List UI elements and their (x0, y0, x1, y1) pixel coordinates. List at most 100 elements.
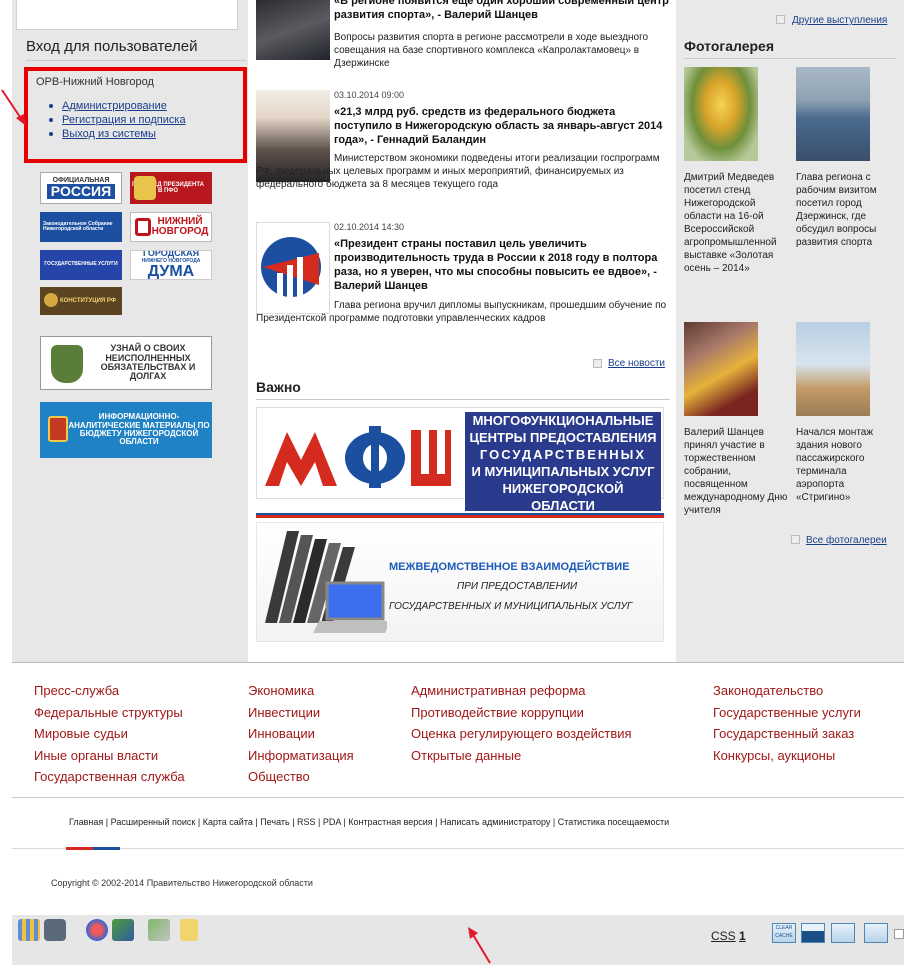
footer-link[interactable]: Федеральные структуры (34, 702, 185, 724)
news-title[interactable]: «Президент страны поставил цель увеличит… (334, 237, 670, 293)
footer-link[interactable]: Иные органы власти (34, 745, 185, 767)
gallery-caption[interactable]: Дмитрий Медведев посетил стенд Нижегород… (684, 171, 788, 275)
gallery-photo[interactable] (796, 67, 870, 161)
gallery-caption[interactable]: Глава региона с рабочим визитом посетил … (796, 171, 896, 249)
mfc-line: И МУНИЦИПАЛЬНЫХ УСЛУГ (465, 463, 661, 480)
more-icon (776, 15, 785, 24)
all-news-link[interactable]: Все новости (608, 358, 665, 369)
mfc-line: ЦЕНТРЫ ПРЕДОСТАВЛЕНИЯ (465, 429, 661, 446)
bottom-nav-link[interactable]: Написать администратору (440, 817, 550, 827)
bottom-nav: Главная | Расширенный поиск | Карта сайт… (69, 817, 670, 827)
footer-link[interactable]: Конкурсы, аукционы (713, 745, 861, 767)
important-heading: Важно (256, 379, 301, 395)
divider (26, 60, 246, 61)
gallery-photo[interactable] (796, 322, 870, 416)
banner-legislative-assembly[interactable]: Законодательное Собрание Нижегородской о… (40, 212, 122, 242)
register-link[interactable]: Регистрация и подписка (62, 114, 186, 126)
login-org-name: ОРВ-Нижний Новгород (36, 76, 154, 88)
banner-interagency[interactable]: МЕЖВЕДОМСТВЕННОЕ ВЗАИМОДЕЙСТВИЕ ПРИ ПРЕД… (256, 522, 664, 642)
more-icon (791, 535, 800, 544)
css-number[interactable]: 1 (739, 929, 746, 943)
emblem-icon (51, 345, 83, 383)
accent-bar (66, 847, 120, 850)
other-speeches-link[interactable]: Другие выступления (792, 15, 887, 26)
login-link-item: Выход из системы (49, 127, 186, 141)
banner-president-envoy[interactable]: ПОЛПРЕД ПРЕЗИДЕНТА В ПФО (130, 172, 212, 204)
user-edit-icon[interactable] (148, 919, 170, 941)
columns-icon[interactable] (831, 923, 855, 943)
layout-icon[interactable] (801, 923, 825, 943)
news-title[interactable]: «В регионе появится еще один хороший сов… (334, 0, 670, 22)
banner-text: ГОСУДАРСТВЕННЫХ И МУНИЦИПАЛЬНЫХ УСЛУГ (389, 601, 633, 612)
login-link-item: Регистрация и подписка (49, 113, 186, 127)
users-icon[interactable] (112, 919, 134, 941)
footer-link[interactable]: Инвестиции (248, 702, 354, 724)
mfc-line: МНОГОФУНКЦИОНАЛЬНЫЕ (465, 412, 661, 429)
mfc-text: МНОГОФУНКЦИОНАЛЬНЫЕ ЦЕНТРЫ ПРЕДОСТАВЛЕНИ… (465, 412, 661, 514)
news-photo[interactable] (256, 0, 330, 60)
mfc-line: НИЖЕГОРОДСКОЙ ОБЛАСТИ (465, 480, 661, 514)
footer-link[interactable]: Мировые судьи (34, 723, 185, 745)
bottom-nav-link[interactable]: Печать (260, 817, 289, 827)
logout-link[interactable]: Выход из системы (62, 128, 156, 140)
emblem-icon (135, 218, 151, 236)
footer-link[interactable]: Оценка регулирующего воздействия (411, 723, 632, 745)
banner-mfc[interactable]: МФЦ МНОГОФУНКЦИОНАЛЬНЫЕ ЦЕНТРЫ ПРЕДОСТАВ… (256, 407, 664, 514)
footer-link[interactable]: Информатизация (248, 745, 354, 767)
footer-link[interactable]: Открытые данные (411, 745, 632, 767)
toggle-checkbox[interactable] (894, 929, 904, 939)
banner-official-russia[interactable]: ОФИЦИАЛЬНАЯ РОССИЯ (40, 172, 122, 204)
banner-text: НОВГОРОД (151, 226, 209, 237)
banner-constitution[interactable]: КОНСТИТУЦИЯ РФ (40, 287, 122, 315)
footer-link[interactable]: Государственные услуги (713, 702, 861, 724)
banner-debts[interactable]: УЗНАЙ О СВОИХ НЕИСПОЛНЕННЫХ ОБЯЗАТЕЛЬСТВ… (40, 336, 212, 390)
window-icon[interactable] (864, 923, 888, 943)
footer-link[interactable]: Инновации (248, 723, 354, 745)
gallery-photo[interactable] (684, 322, 758, 416)
footer-link[interactable]: Законодательство (713, 680, 861, 702)
bottom-nav-link[interactable]: Расширенный поиск (111, 817, 196, 827)
gallery-caption[interactable]: Валерий Шанцев принял участие в торжеств… (684, 426, 788, 517)
banner-text: ИНФОРМАЦИОННО-АНАЛИТИЧЕСКИЕ МАТЕРИАЛЫ ПО… (68, 412, 210, 447)
mfc-logo-icon: МФЦ (265, 426, 451, 488)
banner-nizhny-novgorod[interactable]: НИЖНИЙ НОВГОРОД (130, 212, 212, 242)
footer-links-col: Административная реформа Противодействие… (411, 680, 632, 766)
footer-link[interactable]: Общество (248, 766, 354, 788)
admin-link[interactable]: Администрирование (62, 100, 167, 112)
footer-link[interactable]: Противодействие коррупции (411, 702, 632, 724)
bottom-nav-link[interactable]: RSS (297, 817, 316, 827)
news-text: Глава региона вручил дипломы выпускникам… (256, 300, 667, 324)
footer-links-col: Пресс-служба Федеральные структуры Миров… (34, 680, 185, 788)
banner-city-duma[interactable]: ГОРОДСКАЯ НИЖНЕГО НОВГОРОДА ДУМА (130, 250, 212, 280)
news-title[interactable]: «21,3 млрд руб. средств из федерального … (334, 105, 670, 147)
bottom-nav-link[interactable]: Статистика посещаемости (558, 817, 669, 827)
globe-icon[interactable] (86, 919, 108, 941)
bottom-nav-link[interactable]: PDA (323, 817, 341, 827)
css-link[interactable]: CSS (711, 929, 736, 943)
camera-icon[interactable] (44, 919, 66, 941)
gallery-photo[interactable] (684, 67, 758, 161)
footer-link[interactable]: Государственный заказ (713, 723, 861, 745)
clear-cache-button[interactable]: CLEAR CACHE (772, 923, 796, 943)
folder-icon[interactable] (180, 919, 198, 941)
login-box: ОРВ-Нижний Новгород Администрирование Ре… (24, 67, 247, 163)
emblem-icon (134, 176, 156, 200)
bottom-nav-link[interactable]: Контрастная версия (348, 817, 432, 827)
footer-link[interactable]: Пресс-служба (34, 680, 185, 702)
footer-links-col: Законодательство Государственные услуги … (713, 680, 861, 766)
modules-icon[interactable] (18, 919, 40, 941)
gallery-heading: Фотогалерея (684, 38, 774, 54)
banner-budget[interactable]: ИНФОРМАЦИОННО-АНАЛИТИЧЕСКИЕ МАТЕРИАЛЫ ПО… (40, 402, 212, 458)
all-galleries-link[interactable]: Все фотогалереи (806, 535, 887, 546)
bottom-nav-link[interactable]: Карта сайта (203, 817, 253, 827)
banner-text: РОССИЯ (46, 184, 116, 200)
footer-link[interactable]: Административная реформа (411, 680, 632, 702)
banner-gov-services[interactable]: ГОСУДАРСТВЕННЫЕ УСЛУГИ (40, 250, 122, 280)
bottom-nav-link[interactable]: Главная (69, 817, 103, 827)
more-icon (593, 359, 602, 368)
news-text: Вопросы развития спорта в регионе рассмо… (334, 32, 649, 69)
gallery-caption[interactable]: Начался монтаж здания нового пассажирско… (796, 426, 896, 504)
footer-link[interactable]: Государственная служба (34, 766, 185, 788)
footer-link[interactable]: Экономика (248, 680, 354, 702)
banner-text: Законодательное Собрание Нижегородской о… (43, 220, 113, 232)
